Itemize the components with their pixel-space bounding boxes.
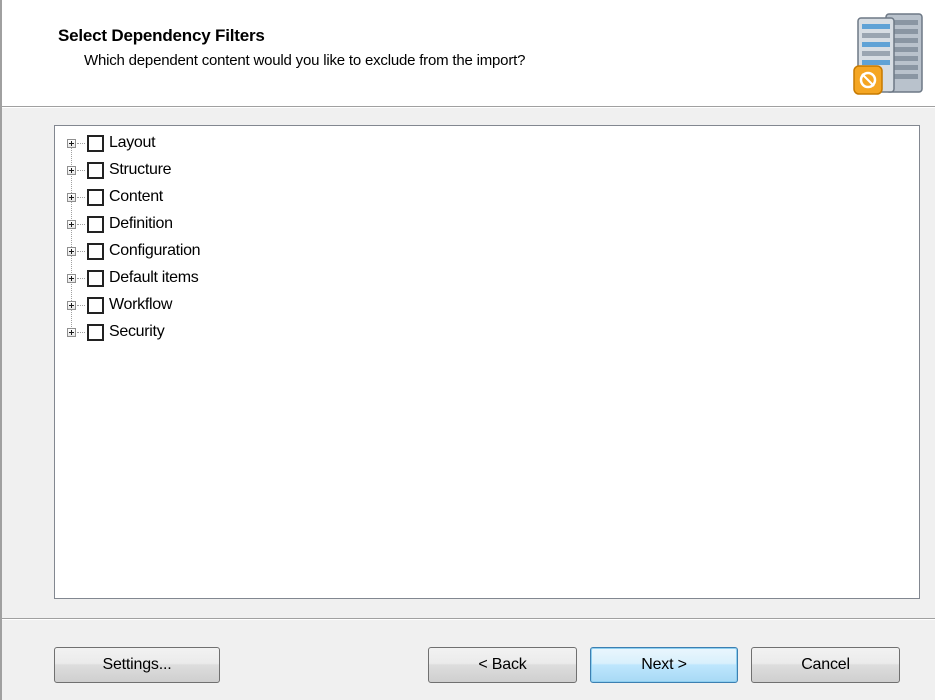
server-import-icon xyxy=(853,13,923,95)
back-button[interactable]: < Back xyxy=(428,647,577,683)
definition-checkbox[interactable] xyxy=(87,215,104,233)
expand-icon[interactable] xyxy=(67,246,76,256)
tree-item-content[interactable]: Content xyxy=(67,186,163,208)
tree-item-label: Structure xyxy=(109,161,172,178)
tree-item-default-items[interactable]: Default items xyxy=(67,267,199,289)
tree-item-label: Configuration xyxy=(109,242,201,259)
content-checkbox[interactable] xyxy=(87,188,104,206)
expand-icon[interactable] xyxy=(67,219,76,229)
tree-connector xyxy=(77,223,85,225)
tree-item-label: Security xyxy=(109,323,165,340)
tree-item-workflow[interactable]: Workflow xyxy=(67,294,172,316)
tree-item-label: Workflow xyxy=(109,296,173,313)
tree-connector xyxy=(77,196,85,198)
tree-item-label: Definition xyxy=(109,215,173,232)
tree-item-label: Default items xyxy=(109,269,199,286)
layout-checkbox[interactable] xyxy=(87,134,104,152)
tree-item-definition[interactable]: Definition xyxy=(67,213,173,235)
footer-divider xyxy=(2,618,935,620)
dependency-tree[interactable]: Layout Structure Content Definition Conf… xyxy=(54,125,920,599)
expand-icon[interactable] xyxy=(67,165,76,175)
workflow-checkbox[interactable] xyxy=(87,296,104,314)
tree-connector xyxy=(77,142,85,144)
tree-item-layout[interactable]: Layout xyxy=(67,132,156,154)
tree-item-configuration[interactable]: Configuration xyxy=(67,240,201,262)
default-items-checkbox[interactable] xyxy=(87,269,104,287)
tree-connector xyxy=(77,169,85,171)
settings-button[interactable]: Settings... xyxy=(54,647,220,683)
tree-item-security[interactable]: Security xyxy=(67,321,165,343)
security-checkbox[interactable] xyxy=(87,323,104,341)
tree-connector xyxy=(77,277,85,279)
wizard-window: Select Dependency Filters Which dependen… xyxy=(0,0,935,700)
next-button[interactable]: Next > xyxy=(590,647,738,683)
expand-icon[interactable] xyxy=(67,192,76,202)
configuration-checkbox[interactable] xyxy=(87,242,104,260)
page-subtitle: Which dependent content would you like t… xyxy=(84,52,526,69)
tree-connector xyxy=(77,304,85,306)
tree-item-label: Layout xyxy=(109,134,156,151)
tree-connector xyxy=(77,331,85,333)
tree-item-structure[interactable]: Structure xyxy=(67,159,172,181)
expand-icon[interactable] xyxy=(67,327,76,337)
wizard-header: Select Dependency Filters Which dependen… xyxy=(2,0,935,107)
expand-icon[interactable] xyxy=(67,300,76,310)
cancel-button[interactable]: Cancel xyxy=(751,647,900,683)
expand-icon[interactable] xyxy=(67,273,76,283)
tree-connector xyxy=(77,250,85,252)
tree-item-label: Content xyxy=(109,188,163,205)
structure-checkbox[interactable] xyxy=(87,161,104,179)
page-title: Select Dependency Filters xyxy=(58,26,265,45)
expand-icon[interactable] xyxy=(67,138,76,148)
